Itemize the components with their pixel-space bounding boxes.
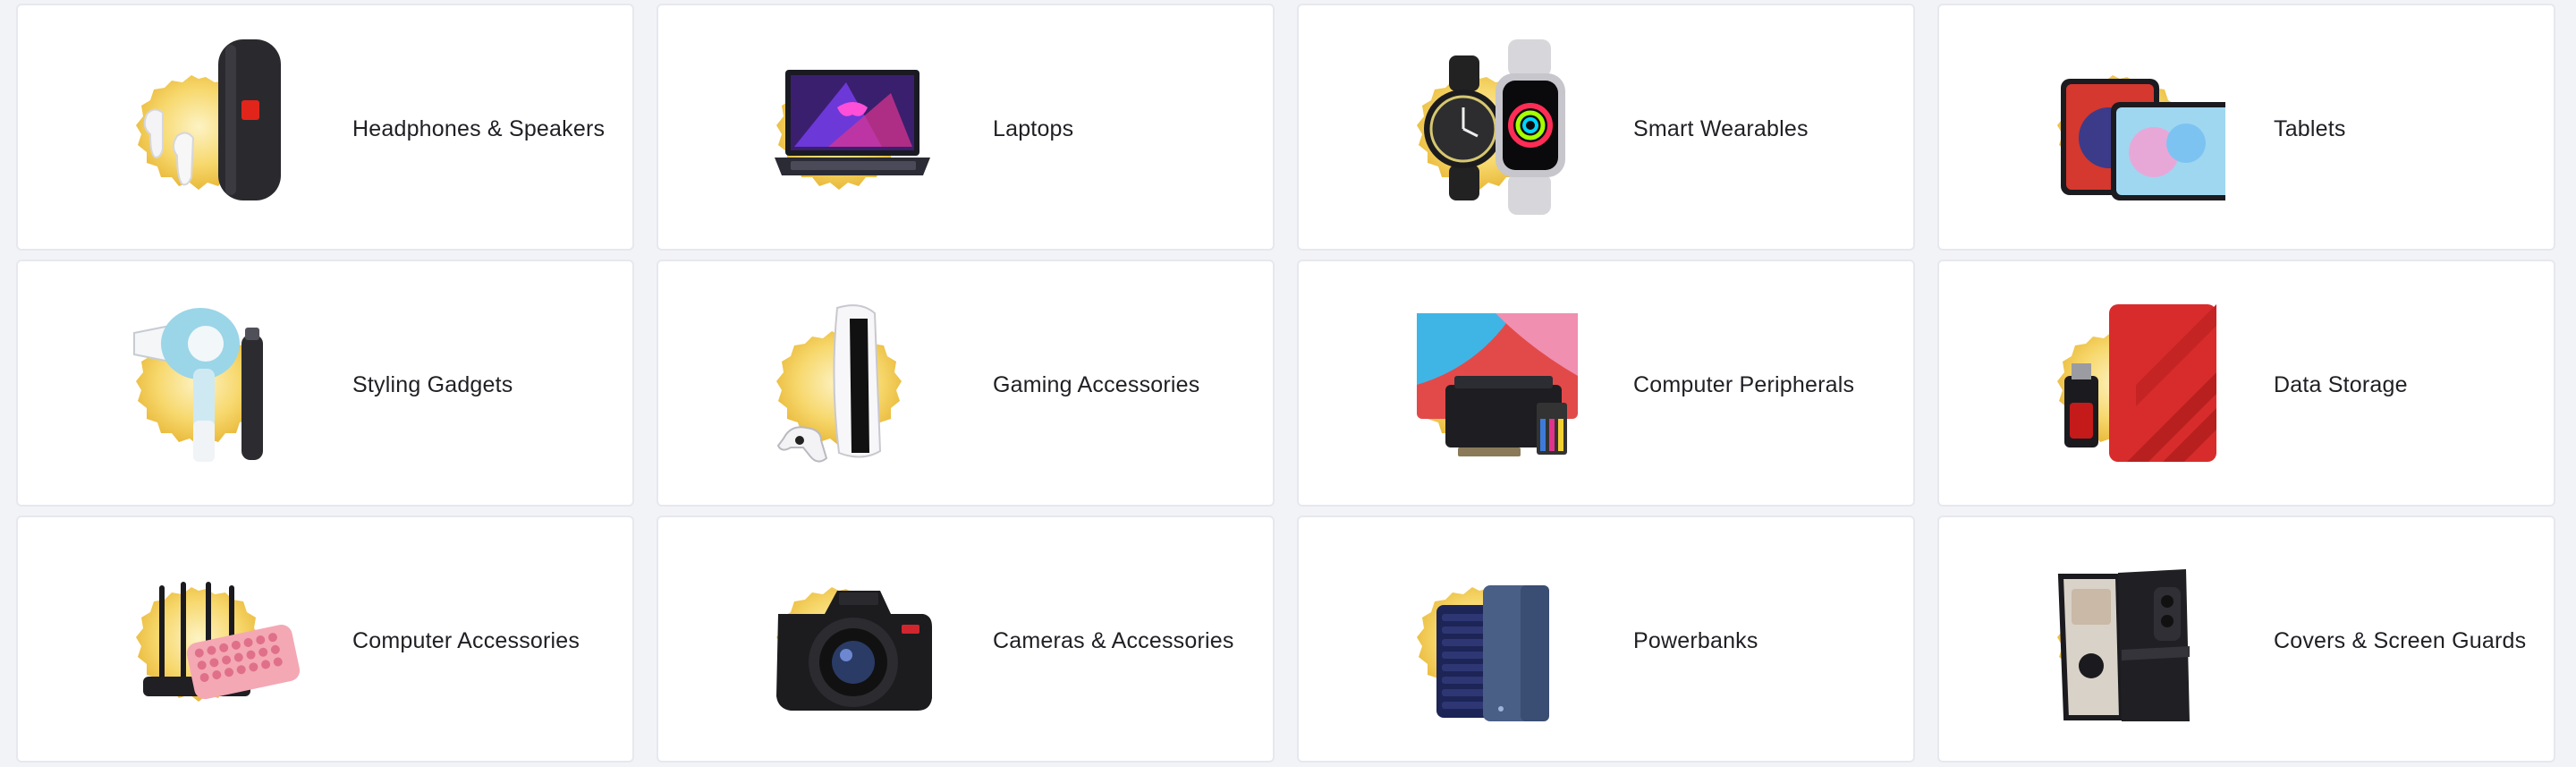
category-card-powerbanks[interactable]: Powerbanks	[1297, 516, 1915, 763]
category-label: Cameras & Accessories	[993, 627, 1234, 653]
category-label: Styling Gadgets	[352, 371, 513, 397]
category-label: Gaming Accessories	[993, 371, 1200, 397]
category-card-computer-peripherals[interactable]: Computer Peripherals	[1297, 260, 1915, 507]
game-console-icon	[748, 295, 945, 474]
category-card-tablets[interactable]: Tablets	[1937, 4, 2555, 251]
headphones-speaker-icon	[107, 39, 304, 218]
category-card-gaming-accessories[interactable]: Gaming Accessories	[657, 260, 1275, 507]
category-label: Tablets	[2274, 115, 2346, 141]
category-card-data-storage[interactable]: Data Storage	[1937, 260, 2555, 507]
smartwatch-icon	[1388, 39, 1585, 218]
category-label: Covers & Screen Guards	[2274, 627, 2527, 653]
hair-dryer-icon	[107, 295, 304, 474]
category-label: Powerbanks	[1633, 627, 1758, 653]
category-card-computer-accessories[interactable]: Computer Accessories	[16, 516, 634, 763]
category-grid: Headphones & Speakers Laptops Smart Wear…	[0, 0, 2576, 767]
phone-cover-icon	[2029, 551, 2225, 730]
category-label: Computer Peripherals	[1633, 371, 1855, 397]
category-card-headphones-speakers[interactable]: Headphones & Speakers	[16, 4, 634, 251]
camera-icon	[748, 551, 945, 730]
powerbank-icon	[1388, 551, 1585, 730]
category-label: Smart Wearables	[1633, 115, 1809, 141]
category-label: Headphones & Speakers	[352, 115, 606, 141]
category-card-laptops[interactable]: Laptops	[657, 4, 1275, 251]
category-card-smart-wearables[interactable]: Smart Wearables	[1297, 4, 1915, 251]
category-card-cameras-accessories[interactable]: Cameras & Accessories	[657, 516, 1275, 763]
printer-icon	[1388, 295, 1585, 474]
category-card-styling-gadgets[interactable]: Styling Gadgets	[16, 260, 634, 507]
router-keyboard-icon	[107, 551, 304, 730]
category-card-covers-screen-guards[interactable]: Covers & Screen Guards	[1937, 516, 2555, 763]
category-label: Data Storage	[2274, 371, 2408, 397]
tablet-icon	[2029, 39, 2225, 218]
category-label: Computer Accessories	[352, 627, 580, 653]
category-label: Laptops	[993, 115, 1074, 141]
laptop-icon	[748, 39, 945, 218]
hard-drive-icon	[2029, 295, 2225, 474]
